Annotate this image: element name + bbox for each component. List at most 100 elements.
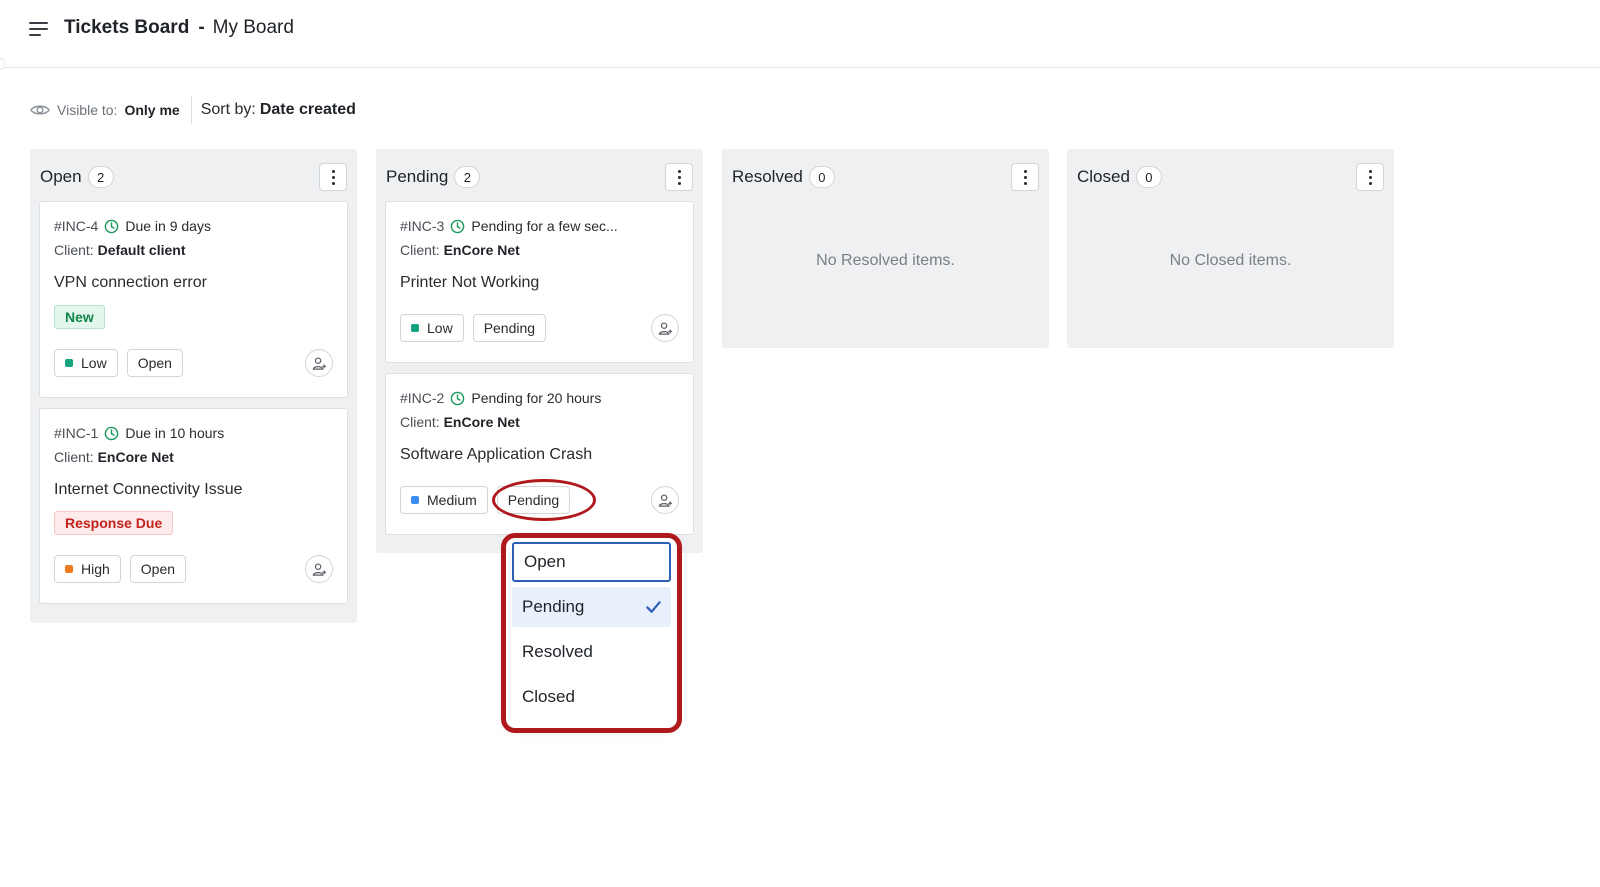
column-resolved: Resolved 0 No Resolved items. bbox=[722, 149, 1049, 348]
clock-icon bbox=[451, 391, 465, 405]
status-option-pending[interactable]: Pending bbox=[512, 587, 671, 627]
column-count-badge: 0 bbox=[808, 166, 835, 188]
status-chip[interactable]: Pending bbox=[496, 486, 571, 514]
sidebar-toggle-handle[interactable] bbox=[0, 58, 5, 70]
client-row: Client: Default client bbox=[54, 242, 185, 258]
column-pending: Pending 2 #INC-3 Pending for a few sec..… bbox=[376, 149, 703, 553]
priority-chip[interactable]: Low bbox=[54, 349, 118, 377]
status-option-open[interactable]: Open bbox=[512, 542, 671, 582]
client-row: Client: EnCore Net bbox=[400, 242, 520, 258]
empty-column-message: No Closed items. bbox=[1169, 252, 1292, 269]
client-label: Client: bbox=[400, 242, 440, 258]
page-title: Tickets Board - My Board bbox=[64, 17, 294, 39]
status-label: Pending bbox=[507, 492, 560, 508]
column-count-badge: 2 bbox=[454, 166, 481, 188]
ticket-title: Printer Not Working bbox=[400, 274, 540, 291]
ticket-id: #INC-3 bbox=[400, 218, 445, 234]
status-option-closed[interactable]: Closed bbox=[512, 677, 671, 717]
status-dropdown-menu: Open Pending Resolved Closed bbox=[506, 536, 677, 728]
status-chip[interactable]: Open bbox=[129, 555, 187, 583]
column-more-options-icon[interactable] bbox=[1011, 163, 1039, 191]
ticket-meta: #INC-2 Pending for 20 hours bbox=[400, 390, 601, 406]
ticket-card[interactable]: #INC-1 Due in 10 hours Client: EnCore Ne… bbox=[39, 408, 348, 604]
column-header: Resolved 0 bbox=[732, 166, 835, 188]
status-label: Open bbox=[140, 561, 176, 577]
priority-label: Low bbox=[427, 320, 453, 336]
priority-dot-icon bbox=[411, 324, 419, 332]
sort-label: Sort by: bbox=[200, 101, 256, 118]
sort-value[interactable]: Date created bbox=[260, 101, 356, 119]
due-text: Due in 10 hours bbox=[125, 425, 225, 441]
ticket-chips: High Open bbox=[54, 555, 187, 583]
empty-column-message: No Resolved items. bbox=[816, 252, 955, 269]
clock-icon bbox=[105, 426, 119, 440]
new-badge: New bbox=[54, 305, 105, 329]
priority-label: Low bbox=[81, 355, 107, 371]
client-label: Client: bbox=[400, 414, 440, 430]
ticket-card[interactable]: #INC-4 Due in 9 days Client: Default cli… bbox=[39, 201, 348, 398]
due-text: Pending for 20 hours bbox=[471, 390, 602, 406]
ticket-meta: #INC-1 Due in 10 hours bbox=[54, 425, 224, 441]
assign-user-button[interactable] bbox=[305, 555, 333, 583]
response-due-badge: Response Due bbox=[54, 511, 174, 535]
add-user-icon bbox=[658, 321, 672, 335]
priority-chip[interactable]: High bbox=[54, 555, 121, 583]
toolbar-divider bbox=[190, 96, 192, 124]
status-chip[interactable]: Open bbox=[126, 349, 183, 377]
column-title: Open bbox=[40, 167, 82, 186]
client-name: EnCore Net bbox=[97, 449, 174, 465]
client-label: Client: bbox=[54, 449, 94, 465]
add-user-icon bbox=[312, 356, 326, 370]
status-label: Pending bbox=[483, 320, 536, 336]
eye-icon bbox=[30, 105, 50, 115]
checkmark-icon bbox=[646, 601, 661, 613]
add-user-icon bbox=[312, 562, 326, 576]
client-name: EnCore Net bbox=[443, 414, 520, 430]
ticket-title: VPN connection error bbox=[54, 274, 207, 291]
column-header: Pending 2 bbox=[386, 166, 481, 188]
column-open: Open 2 #INC-4 Due in 9 days Client: Defa… bbox=[30, 149, 357, 623]
visibility-value[interactable]: Only me bbox=[124, 102, 179, 118]
priority-chip[interactable]: Low bbox=[400, 314, 464, 342]
status-option-resolved[interactable]: Resolved bbox=[512, 632, 671, 672]
column-count-badge: 2 bbox=[87, 166, 114, 188]
board-name[interactable]: My Board bbox=[213, 17, 294, 38]
ticket-chips: Medium Pending bbox=[400, 486, 571, 514]
assign-user-button[interactable] bbox=[651, 486, 679, 514]
ticket-chips: Low Open bbox=[54, 349, 183, 377]
add-user-icon bbox=[658, 493, 672, 507]
priority-dot-icon bbox=[411, 496, 419, 504]
column-more-options-icon[interactable] bbox=[665, 163, 693, 191]
priority-chip[interactable]: Medium bbox=[400, 486, 488, 514]
ticket-id: #INC-4 bbox=[54, 218, 99, 234]
clock-icon bbox=[451, 219, 465, 233]
column-more-options-icon[interactable] bbox=[1356, 163, 1384, 191]
hamburger-menu-icon[interactable] bbox=[29, 20, 51, 38]
priority-dot-icon bbox=[65, 565, 73, 573]
status-chip[interactable]: Pending bbox=[472, 314, 547, 342]
client-row: Client: EnCore Net bbox=[400, 414, 520, 430]
ticket-card[interactable]: #INC-3 Pending for a few sec... Client: … bbox=[385, 201, 694, 363]
visibility-label: Visible to: bbox=[57, 102, 118, 118]
ticket-id: #INC-1 bbox=[54, 425, 99, 441]
column-title: Closed bbox=[1077, 167, 1130, 186]
ticket-meta: #INC-4 Due in 9 days bbox=[54, 218, 211, 234]
column-header: Closed 0 bbox=[1077, 166, 1162, 188]
due-text: Due in 9 days bbox=[125, 218, 211, 234]
priority-label: Medium bbox=[427, 492, 477, 508]
status-label: Open bbox=[137, 355, 172, 371]
client-label: Client: bbox=[54, 242, 94, 258]
board-toolbar: Visible to: Only me Sort by: Date create… bbox=[30, 96, 356, 124]
top-header: Tickets Board - My Board bbox=[0, 0, 1600, 68]
column-title: Resolved bbox=[732, 167, 803, 186]
client-name: EnCore Net bbox=[443, 242, 520, 258]
assign-user-button[interactable] bbox=[651, 314, 679, 342]
ticket-card[interactable]: #INC-2 Pending for 20 hours Client: EnCo… bbox=[385, 373, 694, 535]
clock-icon bbox=[105, 219, 119, 233]
client-name: Default client bbox=[97, 242, 186, 258]
ticket-id: #INC-2 bbox=[400, 390, 445, 406]
column-header: Open 2 bbox=[40, 166, 114, 188]
assign-user-button[interactable] bbox=[305, 349, 333, 377]
priority-label: High bbox=[81, 561, 110, 577]
column-more-options-icon[interactable] bbox=[319, 163, 347, 191]
